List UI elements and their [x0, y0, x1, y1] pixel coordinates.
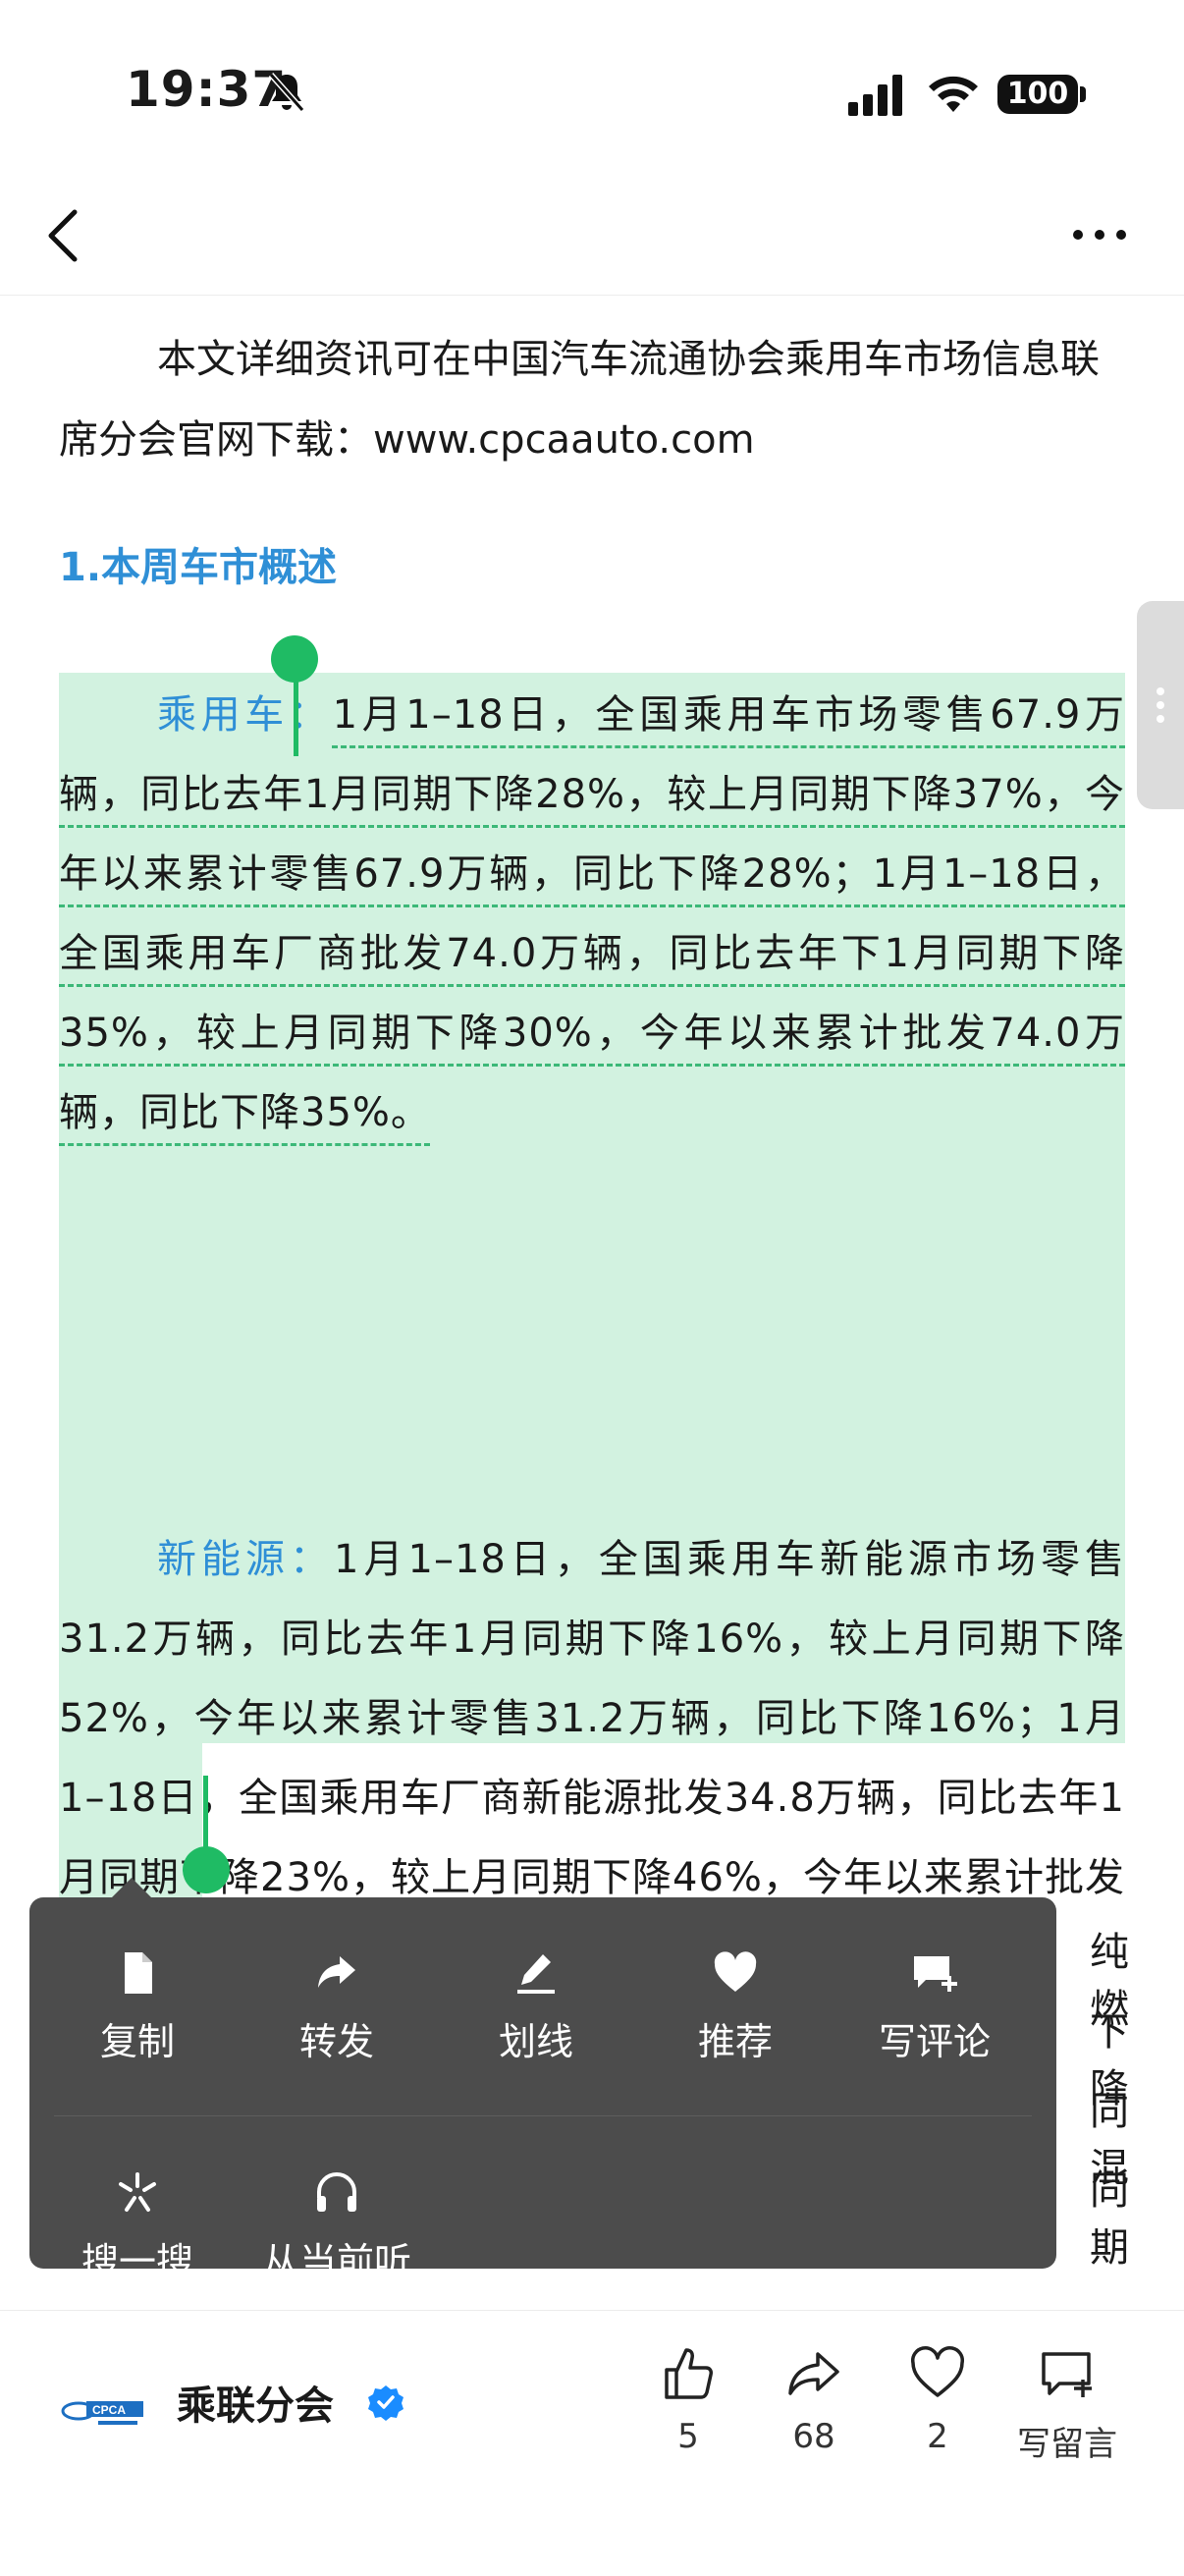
paragraph-fragment: 同期 [1090, 2168, 1129, 2271]
comment-add-icon [914, 1956, 957, 1992]
heart-outline-icon [911, 2346, 964, 2397]
search-spark-icon [119, 2172, 156, 2212]
selection-start-handle[interactable] [294, 678, 298, 756]
paragraph-label: 新能源： [157, 1537, 335, 1582]
paragraph-label: 乘用车： [157, 692, 333, 738]
section-heading: 1.本周车市概述 [59, 545, 338, 590]
menu-divider [54, 2115, 1032, 2116]
bottom-action-bar: CPCA 乘联分会 5 68 2 写留言 [0, 2310, 1184, 2576]
share-button[interactable]: 68 [750, 2344, 878, 2456]
battery-icon: 100 [997, 75, 1078, 114]
pen-underline-icon [517, 1954, 555, 1994]
menu-item-listen[interactable]: 从当前听 [243, 2168, 430, 2285]
like-button[interactable]: 5 [624, 2344, 752, 2456]
grip-dot [1157, 715, 1164, 723]
grip-dot [1157, 687, 1164, 695]
recommend-button[interactable]: 2 [874, 2344, 1001, 2456]
share-arrow-icon [788, 2352, 839, 2395]
battery-tip [1080, 86, 1086, 102]
paragraph-text: 1月1–18日，全国乘用车市场零售67.9万辆，同比去年1月同期下降28%，较上… [59, 692, 1126, 1135]
menu-item-forward[interactable]: 转发 [243, 1948, 430, 2065]
selection-end-handle-knob[interactable] [183, 1846, 230, 1893]
comment-add-icon [1042, 2352, 1092, 2397]
menu-item-recommend[interactable]: 推荐 [642, 1948, 829, 2065]
nav-bar [0, 177, 1184, 296]
selection-start-handle-knob[interactable] [271, 635, 318, 683]
selection-popup-menu: 复制 转发 划线 推荐 写评论 搜一搜 从当前听 [29, 1897, 1056, 2283]
side-scroll-tab[interactable] [1137, 601, 1184, 809]
menu-item-copy[interactable]: 复制 [44, 1948, 231, 2065]
wifi-icon [929, 76, 978, 112]
thumbs-up-icon [665, 2348, 713, 2399]
more-options-icon[interactable] [1070, 220, 1129, 249]
author-name[interactable]: 乘联分会 [177, 2374, 334, 2431]
verified-badge-icon [368, 2385, 404, 2421]
status-bar: 19:37 100 [0, 0, 1184, 177]
bell-muted-icon [268, 73, 305, 112]
paragraph-passenger-cars[interactable]: 乘用车：1月1–18日，全国乘用车市场零售67.9万辆，同比去年1月同期下降28… [59, 676, 1125, 1153]
grip-dot [1157, 701, 1164, 709]
menu-item-underline[interactable]: 划线 [443, 1948, 629, 2065]
document-icon [125, 1952, 152, 1994]
share-arrow-icon [318, 1956, 355, 1988]
menu-item-search[interactable]: 搜一搜 [44, 2168, 231, 2285]
headphones-icon [317, 2172, 356, 2212]
cellular-signal-icon [848, 75, 902, 116]
write-comment-button[interactable]: 写留言 [1003, 2344, 1131, 2465]
back-chevron-icon[interactable] [39, 206, 88, 265]
menu-item-write-comment[interactable]: 写评论 [841, 1948, 1028, 2065]
popup-arrow [110, 1878, 153, 1899]
heart-icon [714, 1951, 757, 1992]
svg-text:CPCA: CPCA [92, 2403, 126, 2417]
article-intro: 本文详细资讯可在中国汽车流通协会乘用车市场信息联席分会官网下载：www.cpca… [59, 337, 1100, 463]
cpca-logo-icon[interactable]: CPCA [59, 2389, 147, 2433]
